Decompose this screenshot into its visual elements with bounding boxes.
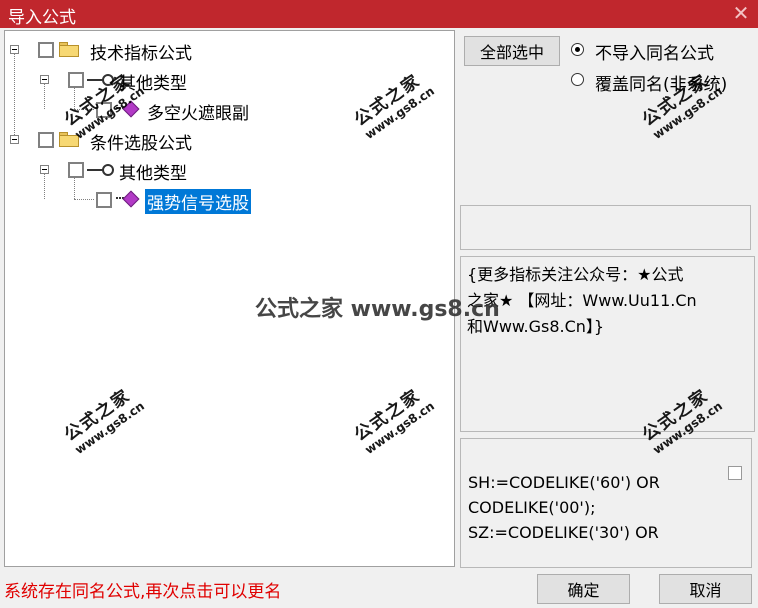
status-message: 系统存在同名公式,再次点击可以更名 <box>4 582 282 602</box>
radio-overwrite-same[interactable] <box>571 73 584 86</box>
description-text: {更多指标关注公众号：★公式 之家★ 【网址：Www.Uu11.Cn 和Www.… <box>467 262 747 340</box>
tree-node-label: 强势信号选股 <box>145 189 251 214</box>
checkbox[interactable] <box>68 162 84 178</box>
window-title: 导入公式 <box>8 8 76 28</box>
tree-node-label: 多空火遮眼副 <box>147 104 249 124</box>
select-all-button[interactable]: 全部选中 <box>464 36 560 66</box>
tree-node-label: 技术指标公式 <box>90 44 192 64</box>
code-text: SH:=CODELIKE('60') OR CODELIKE('00'); SZ… <box>468 470 660 545</box>
code-line: SH:=CODELIKE('60') OR <box>468 473 660 492</box>
checkbox[interactable] <box>96 192 112 208</box>
description-line: 之家★ 【网址：Www.Uu11.Cn <box>467 291 697 310</box>
code-line: SZ:=CODELIKE('30') OR <box>468 523 659 542</box>
folder-icon <box>59 42 79 57</box>
close-icon[interactable]: ✕ <box>732 2 750 24</box>
checkbox[interactable] <box>38 42 54 58</box>
tree-node-label: 其他类型 <box>119 164 187 184</box>
info-panel <box>460 205 751 250</box>
collapse-icon[interactable] <box>10 135 19 144</box>
collapse-icon[interactable] <box>10 45 19 54</box>
collapse-icon[interactable] <box>40 165 49 174</box>
radio-no-import-same[interactable] <box>571 43 584 56</box>
code-line: CODELIKE('00'); <box>468 498 596 517</box>
tree-node-other-type[interactable]: 其他类型 <box>5 155 445 184</box>
tree-node-tech-indicators[interactable]: 技术指标公式 <box>5 35 445 64</box>
checkbox[interactable] <box>38 132 54 148</box>
radio-label: 不导入同名公式 <box>595 44 714 64</box>
description-line: {更多指标关注公众号：★公式 <box>467 265 684 284</box>
watermark-center: 公式之家 www.gs8.cn <box>255 297 500 322</box>
tree-node-label: 条件选股公式 <box>90 134 192 154</box>
formula-icon <box>116 190 140 208</box>
ok-button[interactable]: 确定 <box>537 574 630 604</box>
title-bar: 导入公式 ✕ <box>0 0 758 28</box>
checkbox[interactable] <box>68 72 84 88</box>
cancel-button[interactable]: 取消 <box>659 574 752 604</box>
key-icon <box>87 164 114 176</box>
description-line: 和Www.Gs8.Cn】} <box>467 317 605 336</box>
code-panel-checkbox[interactable] <box>728 466 742 480</box>
tree-node-formula-selected[interactable]: 强势信号选股 <box>5 185 445 214</box>
collapse-icon[interactable] <box>40 75 49 84</box>
